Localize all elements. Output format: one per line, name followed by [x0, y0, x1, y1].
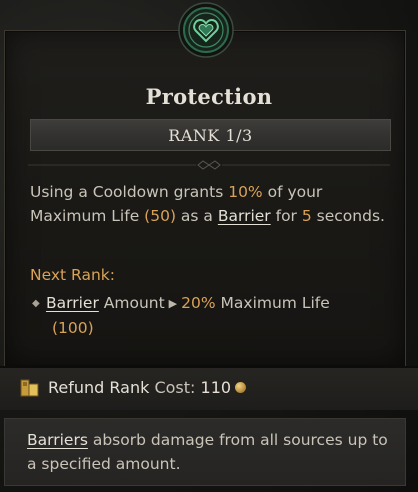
diamond-bullet-icon: ◆	[32, 298, 40, 309]
next-rank-label: Next Rank:	[30, 266, 115, 284]
rank-label: RANK 1/3	[168, 125, 253, 145]
arrow-right-icon: ▶	[168, 297, 178, 310]
desc-text: as a	[176, 207, 218, 225]
next-rank-life-value: (100)	[52, 319, 94, 337]
refund-text[interactable]: Refund Rank	[48, 378, 149, 397]
refund-rank-label[interactable]: Refund Rank Cost: 110	[48, 378, 247, 397]
keyword-tooltip-text: Barriers absorb damage from all sources …	[27, 428, 399, 476]
desc-value-life: (50)	[144, 207, 176, 225]
bullet-text: Maximum Life	[215, 294, 330, 312]
cost-value: 110	[200, 378, 232, 397]
barriers-keyword: Barriers	[27, 431, 88, 449]
barrier-keyword-link[interactable]: Barrier	[46, 294, 99, 312]
rank-bar: RANK 1/3	[30, 119, 391, 151]
keyword-tooltip-panel: Barriers absorb damage from all sources …	[4, 418, 406, 486]
desc-value-duration: 5	[301, 207, 312, 225]
refund-key-icon	[20, 379, 39, 397]
barrier-keyword-link[interactable]: Barrier	[218, 207, 271, 225]
desc-text: seconds.	[311, 207, 385, 225]
skill-title: Protection	[145, 84, 273, 109]
next-rank-bullet: ◆ Barrier Amount ▶ 20% Maximum Life (100)	[32, 291, 392, 341]
desc-text: for	[270, 207, 302, 225]
desc-value-percent: 10%	[228, 183, 263, 201]
skill-description: Using a Cooldown grants 10% of your Maxi…	[30, 180, 390, 228]
next-rank-value: 20%	[181, 294, 216, 312]
desc-text: Using a Cooldown grants	[30, 183, 229, 201]
ornament-divider	[28, 160, 390, 170]
refund-rank-row[interactable]: Refund Rank Cost: 110	[0, 368, 418, 410]
gold-coin-icon	[235, 382, 247, 393]
shield-heart-icon	[178, 2, 234, 58]
cost-label: Cost:	[149, 378, 201, 397]
bullet-text: Amount	[98, 294, 165, 312]
